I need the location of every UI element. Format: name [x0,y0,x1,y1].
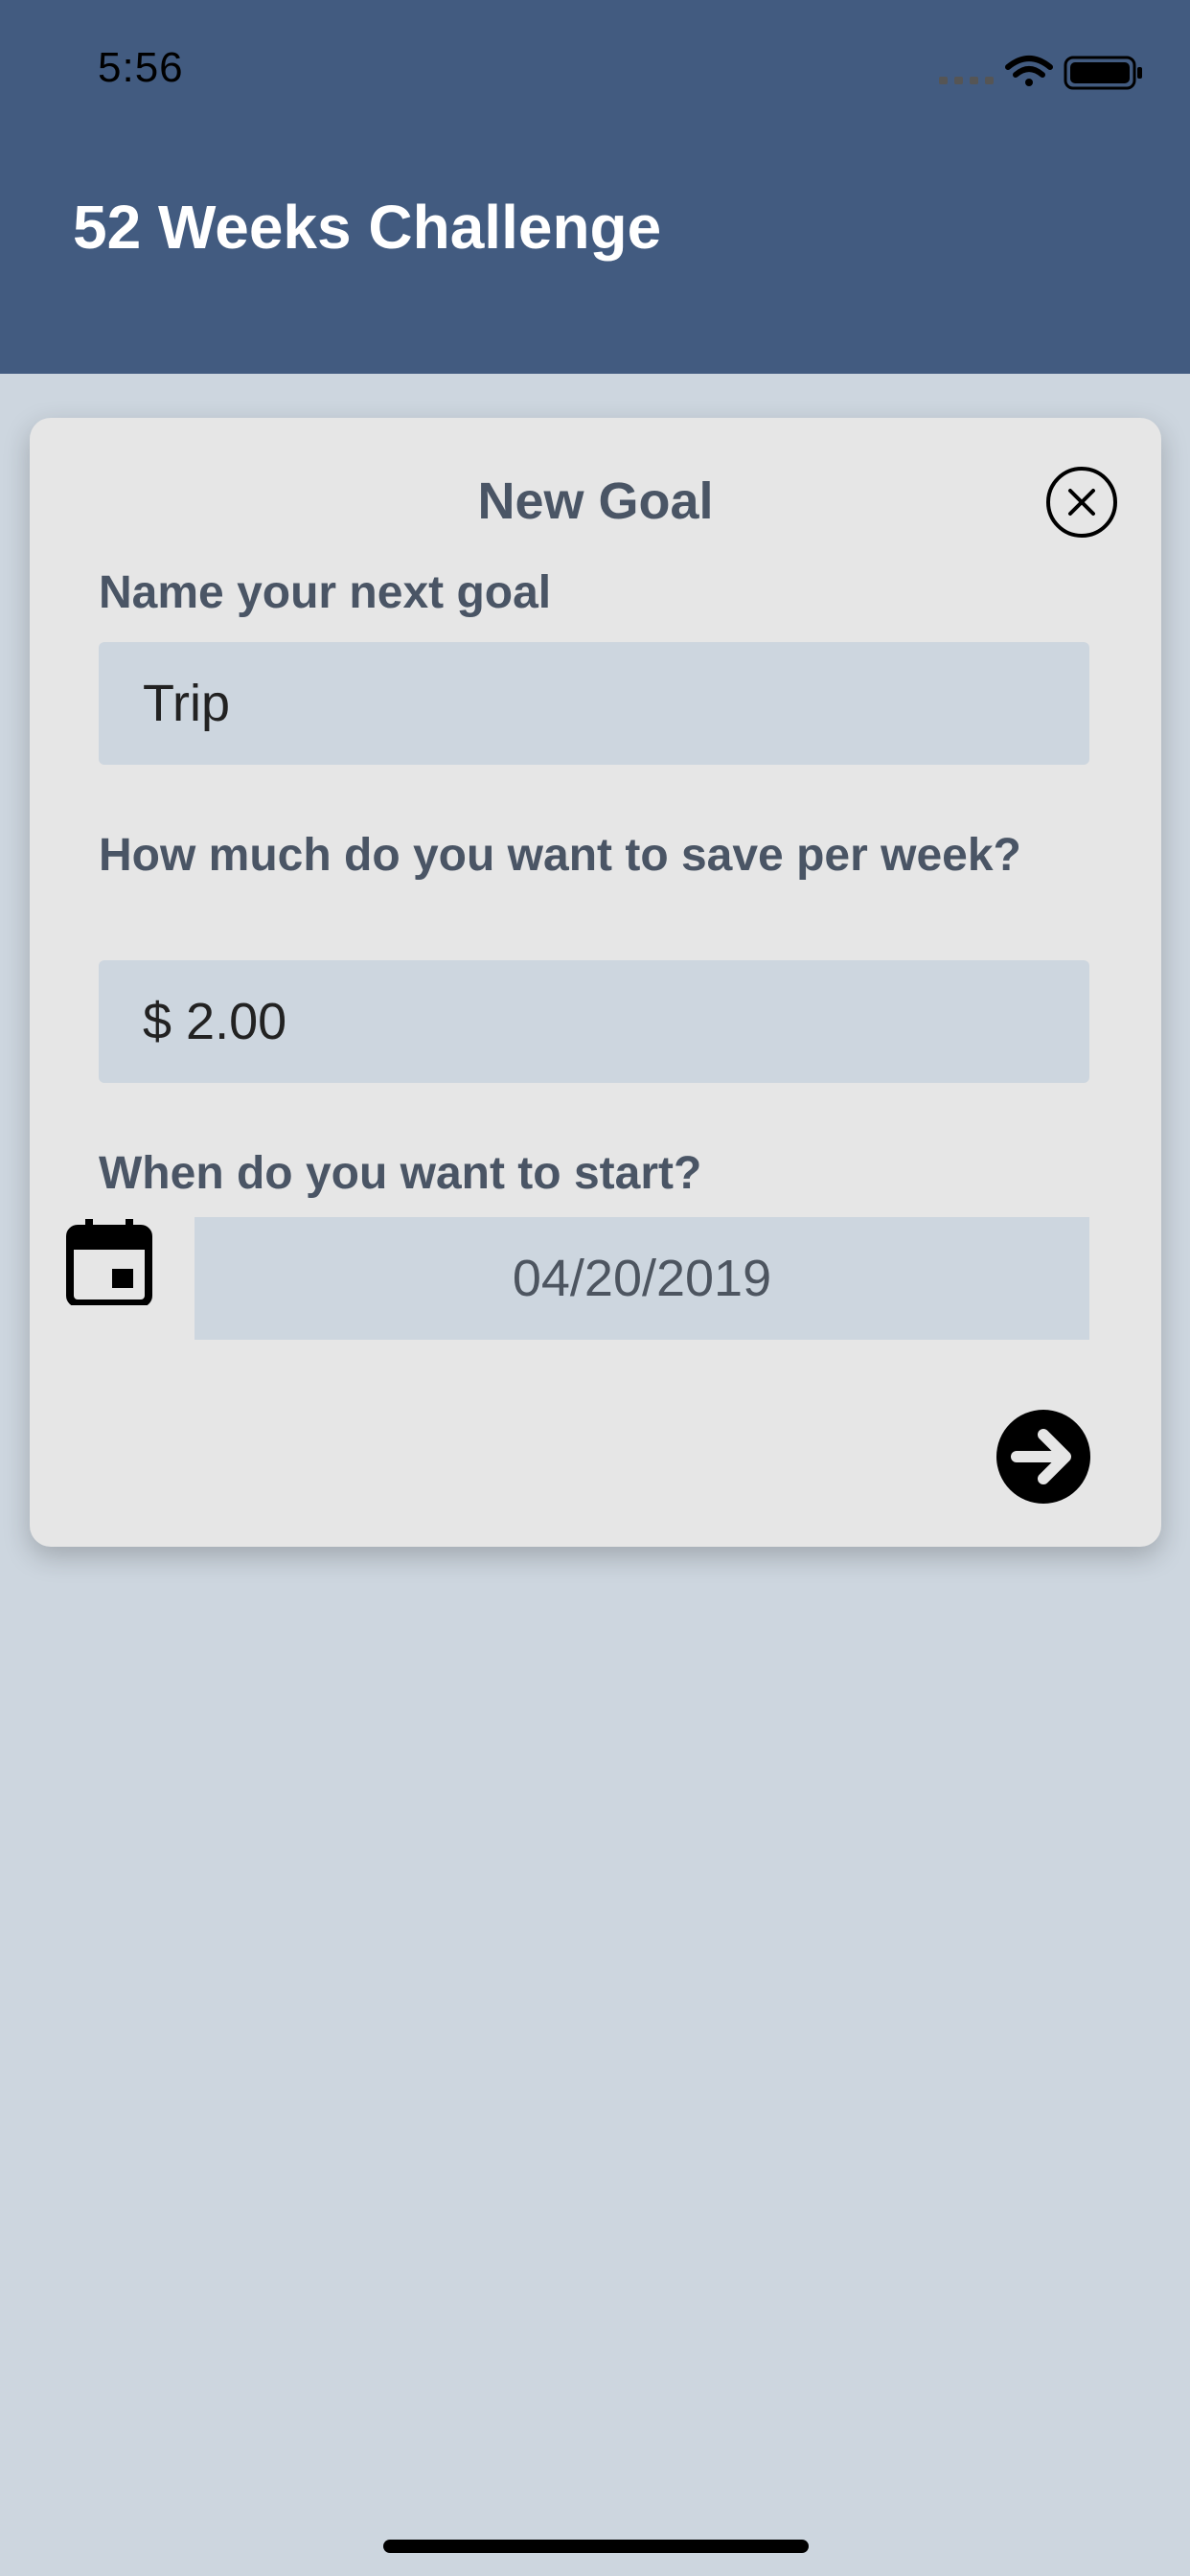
start-date-input[interactable]: 04/20/2019 [195,1217,1089,1340]
wifi-icon [1005,56,1053,86]
new-goal-dialog: New Goal Name your next goal Trip How mu… [30,418,1161,1547]
status-time: 5:56 [98,44,184,91]
app-title: 52 Weeks Challenge [73,193,662,262]
status-icons [939,56,1142,90]
cellular-signal-icon [939,77,994,84]
next-button[interactable] [995,1409,1091,1505]
close-button[interactable] [1045,466,1118,539]
home-indicator[interactable] [383,2540,809,2553]
goal-name-label: Name your next goal [99,567,552,618]
start-date-label: When do you want to start? [99,1148,702,1199]
weekly-amount-label: How much do you want to save per week? [99,830,1021,881]
dialog-title: New Goal [477,472,714,530]
arrow-right-circle-icon [996,1410,1090,1504]
calendar-icon[interactable] [66,1217,152,1305]
battery-icon [1064,56,1142,90]
app-header: 5:56 52 Weeks Challenge [0,0,1190,374]
close-circle-icon [1046,467,1117,538]
goal-name-input[interactable]: Trip [99,642,1089,765]
weekly-amount-input[interactable]: $ 2.00 [99,960,1089,1083]
